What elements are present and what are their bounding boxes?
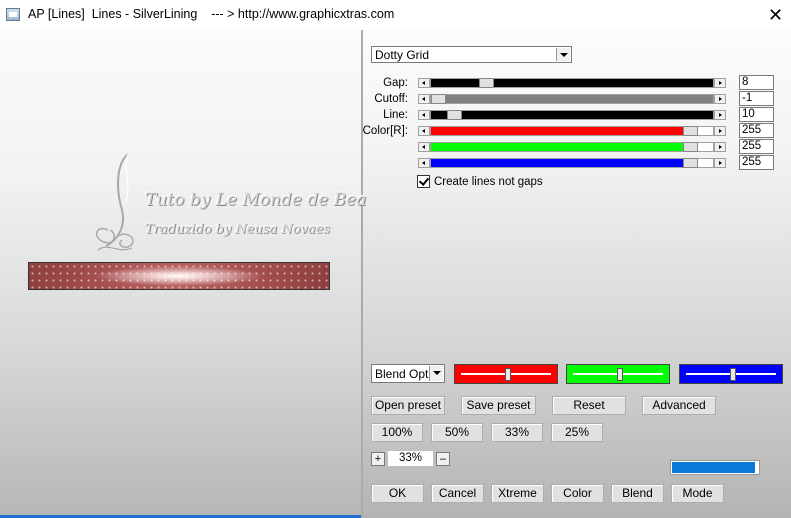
zoom-in-button[interactable]: + [371, 452, 385, 466]
color-slider-knob[interactable] [505, 368, 511, 381]
color-channel-slider[interactable] [566, 364, 670, 384]
slider-right-arrow-icon[interactable] [714, 158, 726, 168]
slider-value-field[interactable]: 255 [739, 155, 774, 170]
progress-bar [670, 460, 760, 475]
color-slider-knob[interactable] [617, 368, 623, 381]
slider-value-field[interactable]: 10 [739, 107, 774, 122]
color-channel-slider[interactable] [454, 364, 558, 384]
zoom-out-button[interactable]: – [436, 452, 450, 466]
slider-fill [431, 127, 697, 135]
close-button[interactable]: ✕ [760, 0, 791, 30]
watermark-line-1: Tuto by Le Monde de Bea [145, 190, 367, 210]
progress-fill [672, 462, 755, 473]
slider-right-arrow-icon[interactable] [714, 126, 726, 136]
ok-button[interactable]: OK [371, 484, 424, 503]
slider-value-field[interactable]: 8 [739, 75, 774, 90]
create-lines-label: Create lines not gaps [434, 176, 543, 188]
slider-thumb[interactable] [683, 126, 698, 136]
pattern-dropdown[interactable]: Dotty Grid [371, 46, 572, 63]
slider-value-field[interactable]: -1 [739, 91, 774, 106]
slider-track[interactable] [430, 94, 714, 104]
slider-right-arrow-icon[interactable] [714, 94, 726, 104]
slider-left-arrow-icon[interactable] [418, 94, 430, 104]
reset-button[interactable]: Reset [552, 396, 626, 415]
slider-left-arrow-icon[interactable] [418, 126, 430, 136]
chevron-down-icon[interactable] [556, 48, 570, 61]
slider-label: Gap: [383, 77, 408, 89]
slider-label: Cutoff: [374, 93, 408, 105]
slider-thumb[interactable] [431, 94, 446, 104]
slider-left-arrow-icon[interactable] [418, 110, 430, 120]
slider-fill [431, 143, 697, 151]
watermark-line-2: Traduzido by Neusa Novaes [145, 222, 331, 237]
slider-fill [431, 111, 713, 119]
slider-value-field[interactable]: 255 [739, 139, 774, 154]
color-channel-slider[interactable] [679, 364, 783, 384]
slider-thumb[interactable] [683, 142, 698, 152]
chevron-down-icon[interactable] [429, 366, 443, 381]
blend-options-value: Blend Options [375, 367, 429, 381]
slider-track[interactable] [430, 78, 714, 88]
blend-options-dropdown[interactable]: Blend Options [371, 364, 445, 383]
slider-label: Line: [383, 109, 408, 121]
slider-left-arrow-icon[interactable] [418, 158, 430, 168]
xtreme-button[interactable]: Xtreme [491, 484, 544, 503]
advanced-button[interactable]: Advanced [642, 396, 716, 415]
slider-right-arrow-icon[interactable] [714, 142, 726, 152]
slider-right-arrow-icon[interactable] [714, 110, 726, 120]
save-preset-button[interactable]: Save preset [461, 396, 536, 415]
slider-track[interactable] [430, 126, 714, 136]
slider-left-arrow-icon[interactable] [418, 78, 430, 88]
slider-track[interactable] [430, 158, 714, 168]
window-title: AP [Lines] Lines - SilverLining --- > ht… [28, 7, 395, 21]
open-preset-button[interactable]: Open preset [371, 396, 445, 415]
create-lines-checkbox[interactable] [417, 175, 430, 188]
mode-button[interactable]: Mode [671, 484, 724, 503]
color-slider-knob[interactable] [730, 368, 736, 381]
zoom-33-button[interactable]: 33% [491, 423, 543, 442]
slider-track[interactable] [430, 142, 714, 152]
pattern-dropdown-value: Dotty Grid [375, 48, 430, 62]
slider-track[interactable] [430, 110, 714, 120]
zoom-100-button[interactable]: 100% [371, 423, 423, 442]
cancel-button[interactable]: Cancel [431, 484, 484, 503]
zoom-50-button[interactable]: 50% [431, 423, 483, 442]
slider-thumb[interactable] [447, 110, 462, 120]
slider-left-arrow-icon[interactable] [418, 142, 430, 152]
app-icon [6, 8, 20, 21]
slider-value-field[interactable]: 255 [739, 123, 774, 138]
title-bar: AP [Lines] Lines - SilverLining --- > ht… [0, 0, 791, 30]
slider-fill [431, 79, 713, 87]
preview-image [28, 262, 330, 290]
slider-thumb[interactable] [479, 78, 494, 88]
slider-right-arrow-icon[interactable] [714, 78, 726, 88]
slider-fill [431, 159, 697, 167]
blend-button[interactable]: Blend [611, 484, 664, 503]
slider-thumb[interactable] [683, 158, 698, 168]
zoom-level-field[interactable]: 33% [388, 451, 433, 466]
slider-label: Color[R]: [362, 125, 408, 137]
zoom-25-button[interactable]: 25% [551, 423, 603, 442]
color-button[interactable]: Color [551, 484, 604, 503]
slider-fill [431, 95, 713, 103]
